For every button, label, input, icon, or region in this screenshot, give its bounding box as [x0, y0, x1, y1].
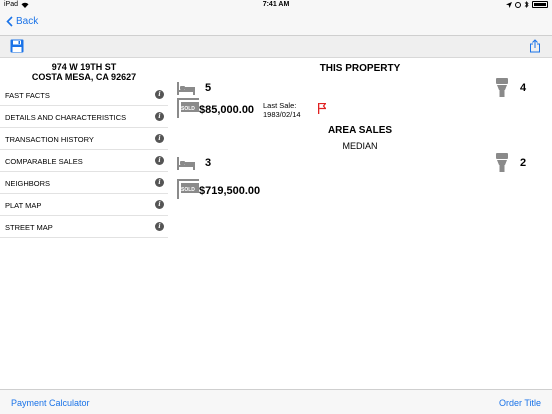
property-address: 974 W 19TH ST COSTA MESA, CA 92627 [0, 58, 168, 84]
bottom-toolbar: Payment Calculator Order Title [0, 389, 552, 414]
bluetooth-icon [524, 1, 529, 8]
toilet-icon [496, 153, 508, 172]
menu-item-plat-map[interactable]: PLAT MAP i [0, 194, 168, 216]
area-baths: 2 [520, 157, 527, 169]
main-content: THIS PROPERTY 5 4 SOLD $85,000.00 Last S… [168, 58, 552, 388]
menu-item-label: NEIGHBORS [5, 179, 51, 188]
property-baths: 4 [520, 82, 527, 94]
last-sale-label: Last Sale: [263, 101, 297, 110]
menu-item-fast-facts[interactable]: FAST FACTS i [0, 84, 168, 106]
bed-icon [177, 157, 195, 170]
navigation-bar: Back [0, 11, 552, 36]
bed-icon [177, 82, 195, 95]
menu-item-transaction-history[interactable]: TRANSACTION HISTORY i [0, 128, 168, 150]
toolbar [0, 36, 552, 58]
menu-item-comparable-sales[interactable]: COMPARABLE SALES i [0, 150, 168, 172]
menu-item-label: STREET MAP [5, 223, 53, 232]
chevron-left-icon [6, 16, 13, 27]
this-property-title: THIS PROPERTY [319, 63, 401, 74]
menu-item-label: COMPARABLE SALES [5, 157, 83, 166]
info-icon[interactable]: i [155, 134, 164, 143]
menu-item-label: PLAT MAP [5, 201, 42, 210]
address-line2: COSTA MESA, CA 92627 [31, 72, 137, 82]
info-icon[interactable]: i [155, 178, 164, 187]
menu-item-label: TRANSACTION HISTORY [5, 135, 94, 144]
status-bar: iPad 7:41 AM [0, 0, 552, 11]
share-icon[interactable] [529, 39, 541, 53]
menu-item-street-map[interactable]: STREET MAP i [0, 216, 168, 238]
payment-calculator-button[interactable]: Payment Calculator [11, 398, 90, 408]
area-sale-price: $719,500.00 [199, 185, 261, 197]
menu-item-details-and-characteristics[interactable]: DETAILS AND CHARACTERISTICS i [0, 106, 168, 128]
address-line1: 974 W 19TH ST [51, 62, 117, 72]
area-beds: 3 [205, 157, 212, 169]
info-icon[interactable]: i [155, 200, 164, 209]
order-title-button[interactable]: Order Title [499, 398, 541, 408]
sidebar: 974 W 19TH ST COSTA MESA, CA 92627 FAST … [0, 58, 168, 238]
property-sale-price: $85,000.00 [199, 104, 255, 116]
info-icon[interactable]: i [155, 222, 164, 231]
menu-item-label: FAST FACTS [5, 91, 50, 100]
sold-badge-text: SOLD [181, 187, 195, 193]
menu-item-neighbors[interactable]: NEIGHBORS i [0, 172, 168, 194]
sold-badge-text: SOLD [181, 106, 195, 112]
last-sale: Last Sale: 1983/02/14 [263, 101, 301, 119]
menu-item-label: DETAILS AND CHARACTERISTICS [5, 113, 127, 122]
info-icon[interactable]: i [155, 156, 164, 165]
back-label: Back [16, 16, 39, 27]
area-sales-subtitle: MEDIAN [342, 141, 378, 151]
menu-list: FAST FACTS i DETAILS AND CHARACTERISTICS… [0, 84, 168, 238]
flag-icon[interactable] [318, 103, 326, 114]
property-beds: 5 [205, 82, 212, 94]
info-icon[interactable]: i [155, 90, 164, 99]
status-right [506, 1, 548, 8]
alarm-icon [515, 1, 521, 8]
back-button[interactable]: Back [6, 16, 38, 27]
save-icon[interactable] [10, 39, 24, 53]
toilet-icon [496, 78, 508, 97]
status-time: 7:41 AM [262, 1, 290, 8]
location-icon [506, 1, 512, 8]
last-sale-date: 1983/02/14 [263, 110, 301, 119]
info-icon[interactable]: i [155, 112, 164, 121]
battery-icon [532, 1, 548, 8]
area-sales-title: AREA SALES [327, 125, 393, 136]
